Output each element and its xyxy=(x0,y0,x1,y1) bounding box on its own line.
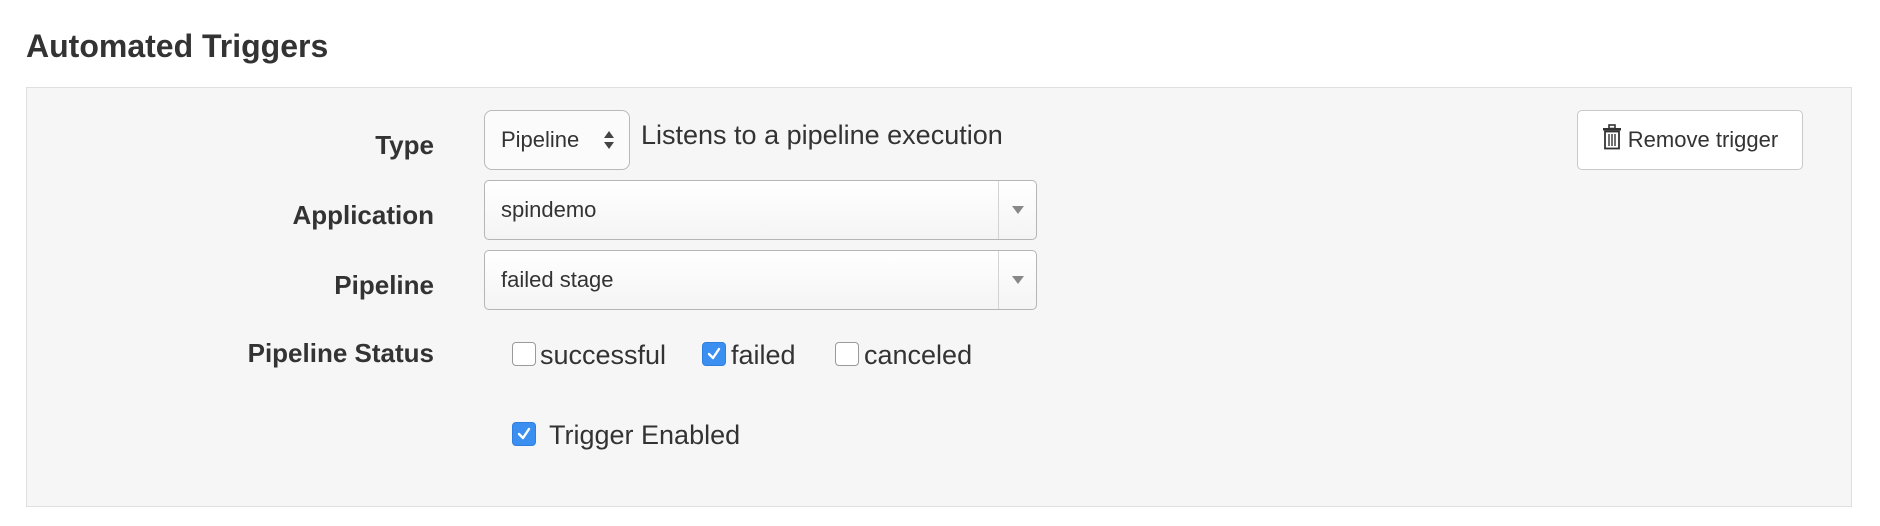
checkmark-icon xyxy=(707,347,721,360)
remove-trigger-label: Remove trigger xyxy=(1627,127,1779,152)
status-canceled-label: canceled xyxy=(864,340,973,370)
application-label: Application xyxy=(292,200,434,230)
type-description: Listens to a pipeline execution xyxy=(641,120,1003,150)
caret-down-icon xyxy=(998,181,1036,239)
status-successful-label: successful xyxy=(540,340,667,370)
trigger-panel: Type Pipeline Listens to a pipeline exec… xyxy=(26,87,1852,507)
status-failed-checkbox[interactable] xyxy=(702,342,726,366)
pipeline-label: Pipeline xyxy=(334,270,434,300)
section-title: Automated Triggers xyxy=(26,28,329,64)
trigger-enabled-label: Trigger Enabled xyxy=(549,420,741,450)
status-successful-checkbox[interactable] xyxy=(512,342,536,366)
pipeline-status-label: Pipeline Status xyxy=(247,338,434,368)
application-select[interactable]: spindemo xyxy=(484,180,1037,240)
caret-down-icon xyxy=(998,251,1036,309)
status-canceled-checkbox[interactable] xyxy=(835,342,859,366)
pipeline-select[interactable]: failed stage xyxy=(484,250,1037,310)
type-select[interactable]: Pipeline xyxy=(484,110,630,170)
type-select-value: Pipeline xyxy=(501,127,580,152)
status-failed-label: failed xyxy=(731,340,796,370)
remove-trigger-button[interactable]: Remove trigger xyxy=(1577,110,1803,170)
checkmark-icon xyxy=(517,427,531,440)
up-down-arrows-icon xyxy=(603,125,615,155)
trash-icon xyxy=(1602,124,1622,156)
type-label: Type xyxy=(375,130,434,160)
trigger-enabled-checkbox[interactable] xyxy=(512,422,536,446)
application-select-value: spindemo xyxy=(501,197,597,222)
pipeline-select-value: failed stage xyxy=(501,267,614,292)
